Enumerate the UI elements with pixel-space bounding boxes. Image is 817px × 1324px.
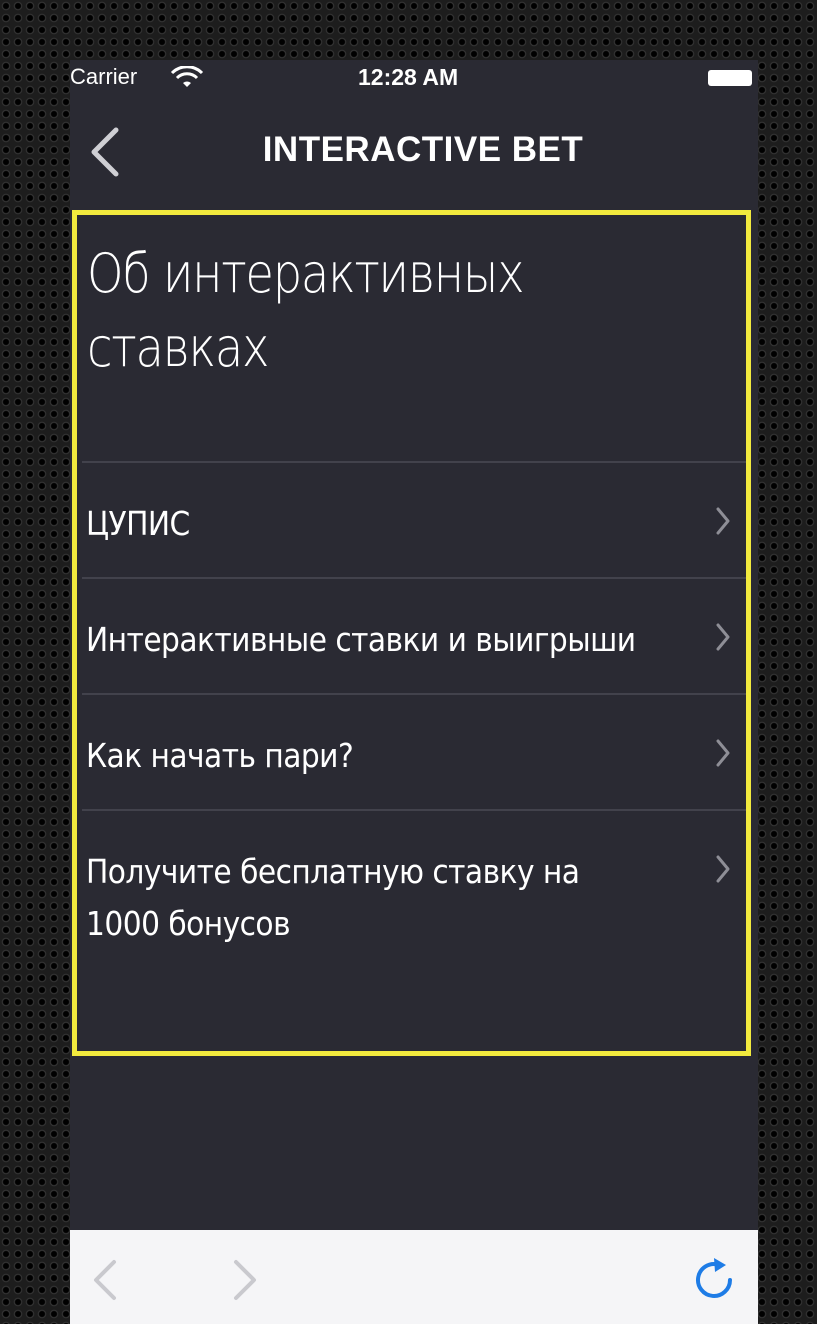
refresh-icon[interactable] xyxy=(690,1256,738,1304)
content-panel: Об интерактивных ставках ЦУПИС Интеракти… xyxy=(72,210,751,1056)
menu-item-cupis[interactable]: ЦУПИС xyxy=(82,461,746,577)
arrow-forward-icon[interactable] xyxy=(230,1256,260,1304)
menu-item-label: Получите бесплатную ставку на 1000 бонус… xyxy=(86,852,580,943)
carrier-label: Carrier xyxy=(70,64,138,89)
chevron-right-icon xyxy=(716,739,730,767)
status-bar: Carrier 12:28 AM xyxy=(70,60,758,96)
section-heading: Об интерактивных ставках xyxy=(87,242,525,379)
chevron-right-icon xyxy=(716,507,730,535)
menu-item-free-bet[interactable]: Получите бесплатную ставку на 1000 бонус… xyxy=(82,809,746,1011)
menu-item-how-to-start[interactable]: Как начать пари? xyxy=(82,693,746,809)
menu-item-interactive-bets[interactable]: Интерактивные ставки и выигрыши xyxy=(82,577,746,693)
wifi-icon xyxy=(170,66,204,87)
menu-item-label: Как начать пари? xyxy=(86,736,354,775)
navigation-bar: INTERACTIVE BET xyxy=(70,100,758,200)
menu-item-label: Интерактивные ставки и выигрыши xyxy=(86,620,636,659)
chevron-right-icon xyxy=(716,855,730,883)
arrow-back-icon[interactable] xyxy=(90,1256,120,1304)
menu-list: ЦУПИС Интерактивные ставки и выигрыши Ка… xyxy=(82,461,746,1011)
status-time: 12:28 AM xyxy=(358,64,459,90)
chevron-right-icon xyxy=(716,623,730,651)
app-screen: Carrier 12:28 AM INTERACTIVE BET Об инте… xyxy=(70,60,758,1324)
battery-icon xyxy=(708,70,752,86)
browser-toolbar xyxy=(70,1230,758,1324)
menu-item-label: ЦУПИС xyxy=(86,504,190,543)
page-title: INTERACTIVE BET xyxy=(262,130,584,169)
